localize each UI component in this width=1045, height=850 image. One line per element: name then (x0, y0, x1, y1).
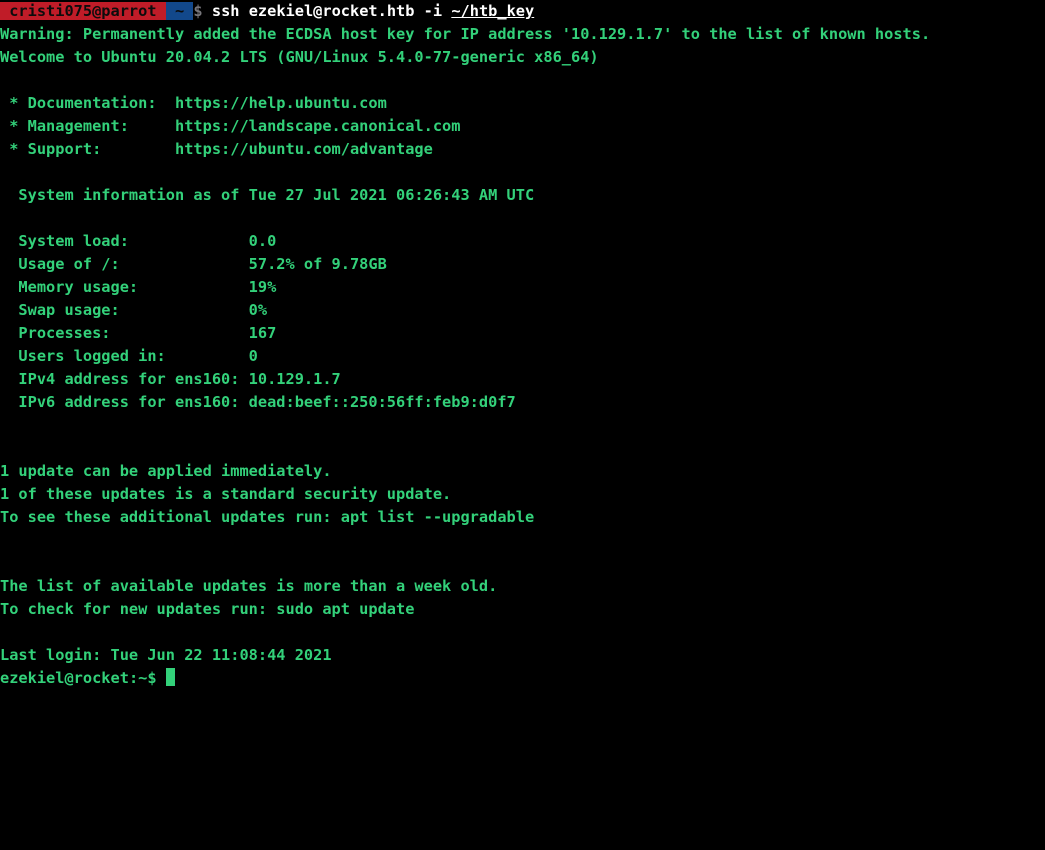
remote-prompt-userhost: ezekiel@rocket (0, 669, 129, 687)
blank-line (0, 554, 9, 572)
blank-line (0, 416, 9, 434)
blank-line (0, 71, 9, 89)
motd-support: * Support: https://ubuntu.com/advantage (0, 140, 433, 158)
oldlist-line1: The list of available updates is more th… (0, 577, 497, 595)
prompt-dollar: $ (193, 2, 202, 20)
sys-load: System load: 0.0 (0, 232, 276, 250)
sys-users: Users logged in: 0 (0, 347, 258, 365)
motd-mgmt: * Management: https://landscape.canonica… (0, 117, 460, 135)
remote-prompt-dollar: $ (147, 669, 165, 687)
blank-line (0, 531, 9, 549)
remote-prompt-cwd: ~ (138, 669, 147, 687)
blank-line (0, 163, 9, 181)
motd-doc: * Documentation: https://help.ubuntu.com (0, 94, 387, 112)
sys-ipv4: IPv4 address for ens160: 10.129.1.7 (0, 370, 341, 388)
cmd-prefix: ssh (212, 2, 249, 20)
sys-usage: Usage of /: 57.2% of 9.78GB (0, 255, 387, 273)
blank-line (0, 623, 9, 641)
terminal[interactable]: cristi075@parrot ~ $ ssh ezekiel@rocket.… (0, 0, 1045, 690)
oldlist-line2: To check for new updates run: sudo apt u… (0, 600, 414, 618)
blank-line (0, 439, 9, 457)
cmd-space (203, 2, 212, 20)
cursor[interactable] (166, 668, 175, 686)
motd-warning: Warning: Permanently added the ECDSA hos… (0, 25, 930, 43)
cmd-target: ezekiel@rocket.htb -i (249, 2, 452, 20)
sys-swap: Swap usage: 0% (0, 301, 267, 319)
remote-prompt-colon: : (129, 669, 138, 687)
sysinfo-header: System information as of Tue 27 Jul 2021… (0, 186, 534, 204)
prompt-cwd: ~ (166, 2, 194, 20)
updates-line2: 1 of these updates is a standard securit… (0, 485, 451, 503)
sys-proc: Processes: 167 (0, 324, 276, 342)
updates-line3: To see these additional updates run: apt… (0, 508, 534, 526)
motd-welcome: Welcome to Ubuntu 20.04.2 LTS (GNU/Linux… (0, 48, 599, 66)
blank-line (0, 209, 9, 227)
sys-mem: Memory usage: 19% (0, 278, 276, 296)
sys-ipv6: IPv6 address for ens160: dead:beef::250:… (0, 393, 516, 411)
updates-line1: 1 update can be applied immediately. (0, 462, 332, 480)
cmd-keyfile: ~/htb_key (451, 2, 534, 20)
last-login: Last login: Tue Jun 22 11:08:44 2021 (0, 646, 332, 664)
prompt-user-host: cristi075@parrot (0, 2, 166, 20)
